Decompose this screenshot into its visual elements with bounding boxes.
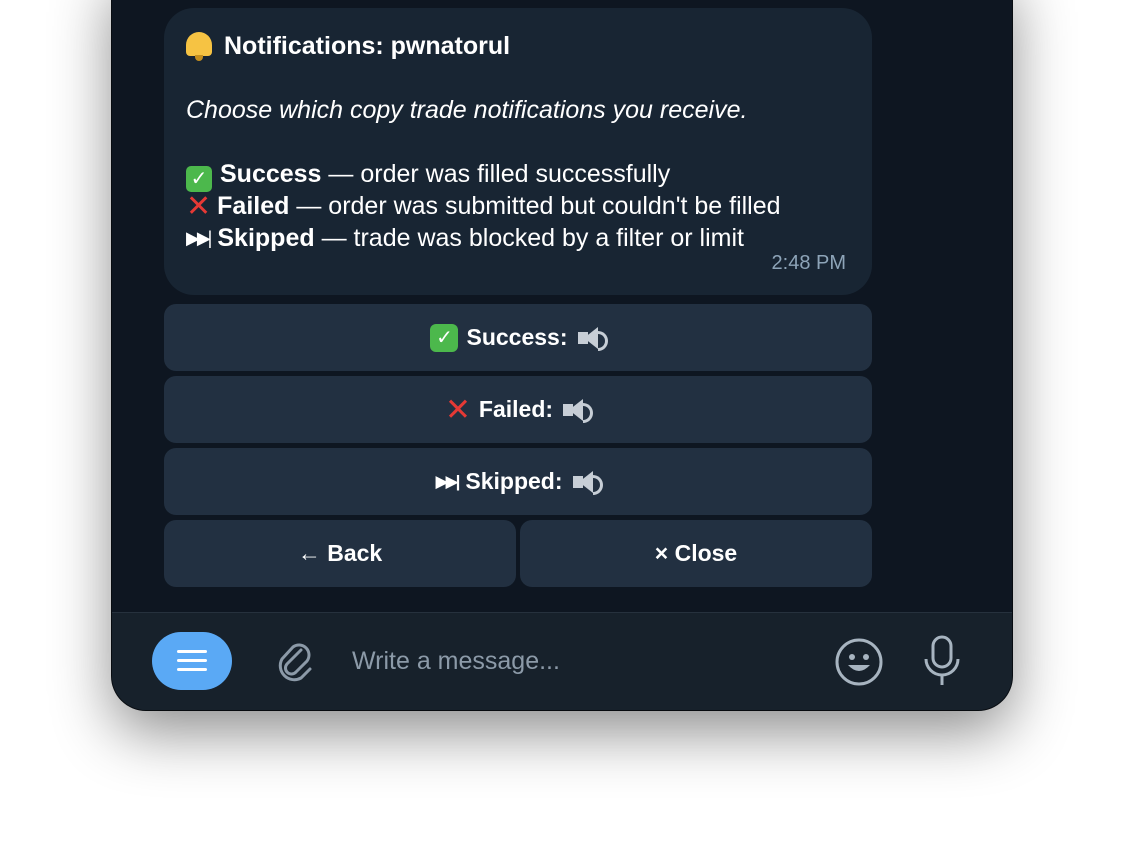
telegram-window: Notifications: pwnatorul Choose which co… (112, 0, 1012, 710)
bot-menu-button[interactable] (152, 632, 232, 690)
item-description: — trade was blocked by a filter or limit (321, 224, 744, 252)
menu-icon (177, 650, 207, 672)
skip-forward-icon: ▶▶| (435, 471, 460, 491)
chat-area: Notifications: pwnatorul Choose which co… (112, 0, 1012, 612)
button-label: Success: (466, 324, 568, 350)
skipped-toggle-button[interactable]: ▶▶| Skipped: (164, 448, 872, 515)
cross-mark-icon: ✕ (444, 391, 471, 427)
bell-icon (186, 32, 212, 61)
item-description: — order was filled successfully (328, 160, 671, 188)
speaker-icon (576, 324, 608, 352)
item-label: Skipped (217, 224, 315, 252)
message-item-failed: ✕ Failed — order was submitted but couldn… (186, 190, 872, 223)
speaker-icon (561, 396, 594, 424)
paperclip-icon[interactable] (270, 637, 318, 685)
close-button[interactable]: × Close (520, 520, 872, 587)
emoji-icon[interactable] (834, 637, 884, 687)
button-label: Skipped: (465, 468, 563, 494)
message-subtitle: Choose which copy trade notifications yo… (186, 96, 748, 124)
back-button[interactable]: ← Back (164, 520, 516, 587)
check-mark-icon: ✓ (430, 323, 459, 352)
success-toggle-button[interactable]: ✓ Success: (164, 304, 872, 371)
microphone-icon[interactable] (920, 633, 964, 689)
item-description: — order was submitted but couldn't be fi… (296, 192, 781, 220)
message-title: Notifications: pwnatorul (224, 32, 511, 60)
message-item-success: ✓ Success — order was filled successfully (186, 158, 872, 192)
bot-message-bubble: Notifications: pwnatorul Choose which co… (164, 8, 872, 295)
message-time: 2:48 PM (771, 252, 846, 274)
message-title-row: Notifications: pwnatorul (186, 30, 872, 62)
check-mark-icon: ✓ (186, 166, 212, 192)
cross-mark-icon: ✕ (186, 190, 212, 223)
message-composer (112, 613, 1012, 710)
speaker-icon (571, 468, 603, 496)
item-label: Failed (217, 192, 290, 220)
message-item-skipped: ▶▶| Skipped — trade was blocked by a filt… (186, 222, 872, 254)
failed-toggle-button[interactable]: ✕ Failed: (164, 376, 872, 443)
skip-forward-icon: ▶▶| (186, 228, 212, 248)
message-input[interactable] (352, 643, 772, 679)
button-label: Failed: (478, 396, 554, 422)
item-label: Success (220, 160, 322, 188)
